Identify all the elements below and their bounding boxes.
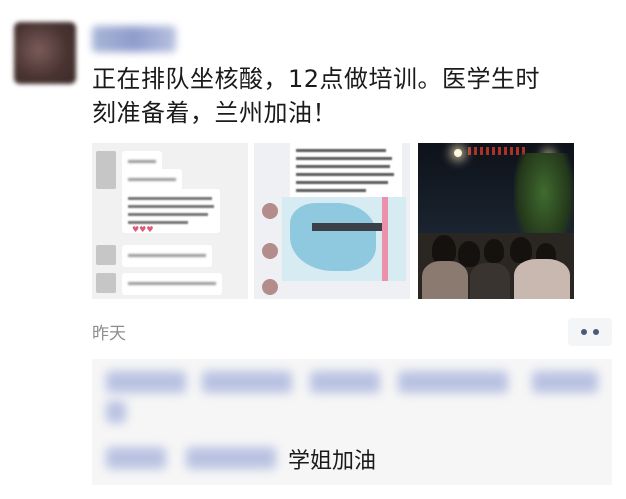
- chat-row: [96, 243, 244, 271]
- more-button[interactable]: [568, 318, 612, 346]
- comment-section: 学姐加油: [92, 359, 612, 485]
- post-text-line1: 正在排队坐核酸，12点做培训。医学生时: [92, 65, 541, 93]
- likes-blurred: [106, 401, 126, 423]
- more-dots-icon: [581, 329, 587, 335]
- chat-row: [96, 271, 244, 299]
- photo-notice-map[interactable]: [254, 143, 410, 299]
- chat-avatar-icon: [262, 203, 278, 219]
- map-image: [282, 197, 406, 281]
- chat-avatar-icon: [262, 243, 278, 259]
- comment-text: 学姐加油: [288, 449, 377, 474]
- likes-blurred: [106, 371, 186, 393]
- likes-blurred: [202, 371, 292, 393]
- likes-blurred: [532, 371, 598, 393]
- heart-emoji-icons: ♥♥♥: [132, 225, 154, 234]
- photo-night-crowd[interactable]: [418, 143, 574, 299]
- post-time: 昨天: [92, 324, 126, 344]
- post-text-line2: 刻准备着，兰州加油！: [92, 99, 337, 127]
- commenter-name-blurred[interactable]: [106, 447, 166, 469]
- post-text: 正在排队坐核酸，12点做培训。医学生时 刻准备着，兰州加油！: [92, 62, 592, 130]
- photo-chat-screenshot[interactable]: ♥♥♥: [92, 143, 248, 299]
- likes-blurred: [310, 371, 380, 393]
- username-blurred[interactable]: [92, 26, 176, 52]
- notice-text-block: [290, 143, 402, 205]
- chat-avatar-icon: [262, 279, 278, 295]
- more-dot: [593, 329, 599, 335]
- avatar[interactable]: [14, 22, 76, 84]
- likes-blurred: [398, 371, 508, 393]
- commenter-name-blurred[interactable]: [186, 447, 276, 469]
